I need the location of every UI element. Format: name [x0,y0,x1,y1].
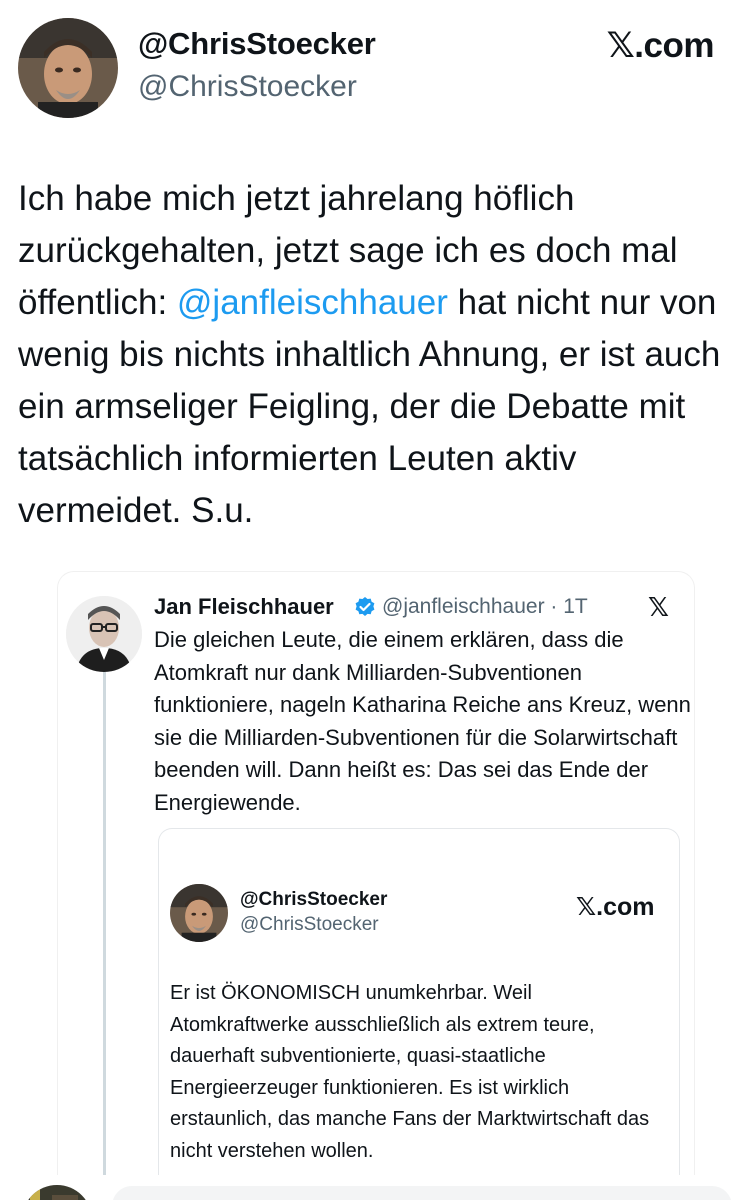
quoted-handle-time[interactable]: @janfleischhauer · 1T [382,595,588,619]
profile-photo-man-icon [18,18,118,118]
inner-author-display-name[interactable]: @ChrisStoecker [240,889,387,911]
quoted-author-avatar[interactable] [66,596,142,672]
reply-input[interactable] [112,1186,732,1200]
thread-line [103,670,106,1200]
mention-link[interactable]: @janfleischhauer [177,283,448,322]
profile-photo-man-icon [170,884,228,942]
tweet-header: @ChrisStoecker @ChrisStoecker 𝕏.com [0,0,752,130]
quoted-author-name[interactable]: Jan Fleischhauer [154,594,334,620]
x-logo-icon: 𝕏 [648,592,669,622]
author-avatar[interactable] [18,18,118,118]
x-logo-icon: 𝕏.com [576,893,655,921]
profile-photo-man-glasses-icon [66,596,142,672]
inner-author-handle[interactable]: @ChrisStoecker [240,914,379,936]
inner-quote-text: Er ist ÖKONOMISCH unumkehrbar. Weil Atom… [170,982,650,1162]
author-display-name[interactable]: @ChrisStoecker [138,26,376,62]
inner-author-avatar[interactable] [170,884,228,942]
quoted-tweet-text: Die gleichen Leute, die einem erklären, … [154,627,691,815]
author-handle[interactable]: @ChrisStoecker [138,70,357,104]
verified-badge-icon [354,596,376,618]
x-logo-icon: 𝕏.com [606,26,715,65]
tweet-text: Ich habe mich jetzt jahrelang höflich zu… [18,173,748,537]
